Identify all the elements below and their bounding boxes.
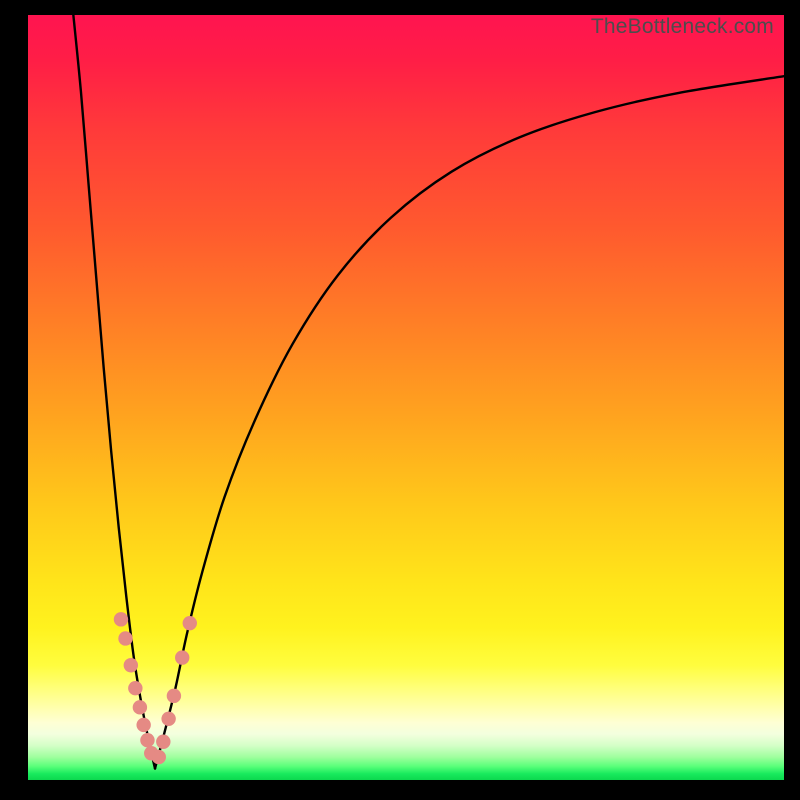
curve-right-branch xyxy=(155,76,784,768)
marker-point xyxy=(156,735,170,749)
marker-point xyxy=(152,750,166,764)
highlight-markers xyxy=(114,612,197,764)
marker-point xyxy=(140,733,154,747)
marker-point xyxy=(124,658,138,672)
marker-point xyxy=(128,681,142,695)
marker-point xyxy=(161,712,175,726)
marker-point xyxy=(183,616,197,630)
marker-point xyxy=(175,650,189,664)
curve-layer xyxy=(28,15,784,780)
marker-point xyxy=(136,718,150,732)
chart-frame: TheBottleneck.com xyxy=(0,0,800,800)
marker-point xyxy=(114,612,128,626)
plot-area: TheBottleneck.com xyxy=(28,15,784,780)
marker-point xyxy=(118,631,132,645)
marker-point xyxy=(133,700,147,714)
curve-left-branch xyxy=(73,15,155,769)
marker-point xyxy=(167,689,181,703)
